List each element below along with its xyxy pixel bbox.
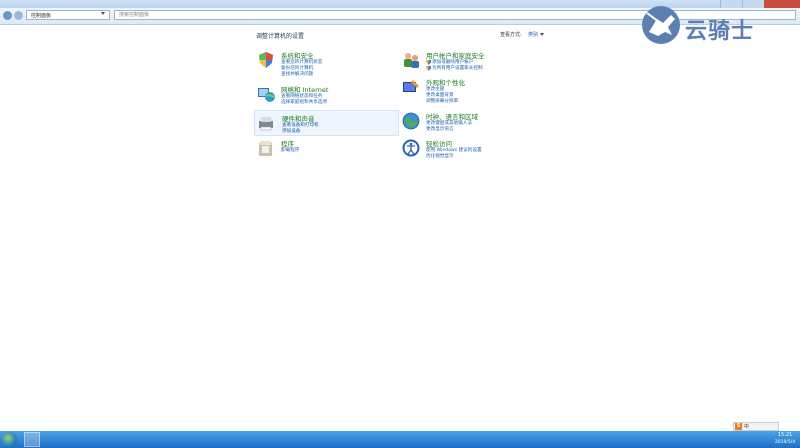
ime-icon[interactable]: S	[735, 423, 742, 430]
start-button[interactable]	[2, 432, 17, 447]
taskbar	[0, 431, 800, 448]
category-ease-of-access: 轻松访问 使用 Windows 建议的设置 优化视觉显示	[401, 138, 546, 162]
category-clock-language: 时钟、语言和区域 更改键盘或其他输入法 更改显示语言	[401, 111, 546, 135]
category-link[interactable]: 卸载程序	[281, 147, 299, 153]
category-link[interactable]: 调整屏幕分辨率	[426, 98, 458, 104]
language-bar[interactable]: S 中	[733, 422, 779, 431]
page-title: 调整计算机的设置	[256, 33, 305, 40]
clock-time[interactable]: 15:21	[772, 432, 798, 438]
back-arrow-icon[interactable]	[3, 11, 12, 20]
appearance-icon	[403, 80, 419, 92]
view-by-label: 查看方式:	[500, 32, 522, 38]
category-network-internet: 网络和 Internet 查看网络状态和任务 选择家庭组和共享选项	[256, 84, 401, 108]
taskbar-control-panel-button[interactable]	[24, 432, 40, 447]
category-link[interactable]: 添加设备	[282, 128, 300, 134]
forward-arrow-icon[interactable]	[14, 11, 23, 20]
address-field[interactable]: 控制面板	[26, 10, 110, 20]
category-programs: 程序 卸载程序	[256, 138, 401, 162]
clock-language-icon	[402, 112, 420, 130]
ease-of-access-icon	[402, 139, 420, 157]
chevron-down-icon[interactable]	[540, 33, 544, 36]
shield-icon	[426, 66, 431, 71]
language-indicator[interactable]: 中	[744, 423, 749, 431]
category-link[interactable]: 查找并解决问题	[281, 71, 313, 77]
watermark-text: 云骑士	[685, 19, 755, 44]
user-accounts-icon	[404, 53, 419, 68]
watermark-logo: 云骑士	[641, 5, 795, 45]
system-security-icon	[259, 52, 273, 68]
programs-icon	[259, 141, 272, 156]
knight-logo-icon	[642, 6, 680, 44]
category-link[interactable]: 选择家庭组和共享选项	[281, 99, 327, 105]
category-user-accounts: 用户帐户和家庭安全 添加或删除用户帐户 为所有用户设置家长控制	[401, 50, 546, 74]
category-link[interactable]: 优化视觉显示	[426, 153, 454, 159]
category-appearance: 外观和个性化 更改主题 更改桌面背景 调整屏幕分辨率	[401, 77, 546, 104]
view-by-dropdown[interactable]: 类别	[528, 31, 538, 38]
hardware-sound-icon	[259, 117, 273, 131]
category-system-security: 系统和安全 查看您的计算机状态 备份您的计算机 查找并解决问题	[256, 50, 401, 77]
category-link[interactable]: 更改显示语言	[426, 126, 454, 132]
network-internet-icon	[258, 88, 275, 102]
shield-icon	[426, 60, 431, 65]
category-hardware-sound: 硬件和声音 查看设备和打印机 添加设备	[254, 110, 399, 136]
category-link[interactable]: 为所有用户设置家长控制	[432, 65, 483, 71]
clock-date[interactable]: 2019/5/4	[772, 440, 798, 445]
chevron-down-icon[interactable]	[101, 12, 105, 15]
